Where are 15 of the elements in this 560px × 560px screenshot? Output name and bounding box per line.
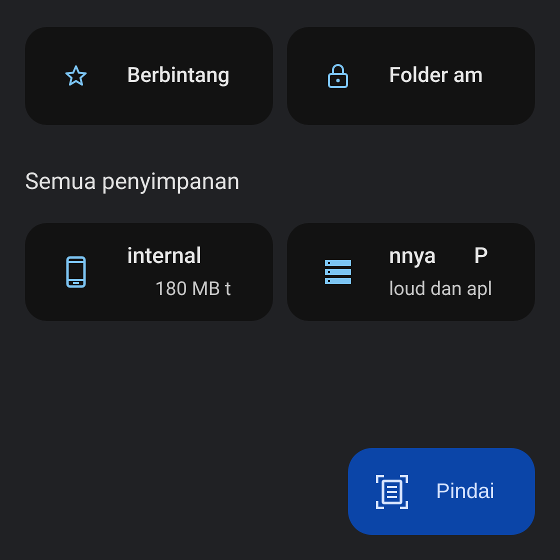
phone-icon bbox=[66, 256, 86, 288]
shortcut-card[interactable]: Berbintang bbox=[25, 27, 273, 125]
shortcut-card[interactable]: Folder am bbox=[287, 27, 535, 125]
storage-icon bbox=[325, 260, 351, 284]
storage-subtitle: loud dan apl bbox=[389, 277, 492, 300]
storage-subtitle: 180 MB t bbox=[154, 277, 232, 300]
storage-card[interactable]: internal 180 MB t bbox=[25, 223, 273, 321]
section-title: Semua penyimpanan bbox=[25, 169, 241, 195]
storage-card[interactable]: nnya P loud dan apl bbox=[287, 223, 535, 321]
scan-button[interactable]: Pindai bbox=[348, 448, 535, 535]
document-scan-icon bbox=[376, 474, 408, 508]
lock-icon bbox=[326, 63, 350, 89]
storage-title: nnya bbox=[389, 244, 436, 269]
storage-title: P bbox=[474, 244, 488, 269]
storage-title: internal bbox=[127, 244, 202, 269]
